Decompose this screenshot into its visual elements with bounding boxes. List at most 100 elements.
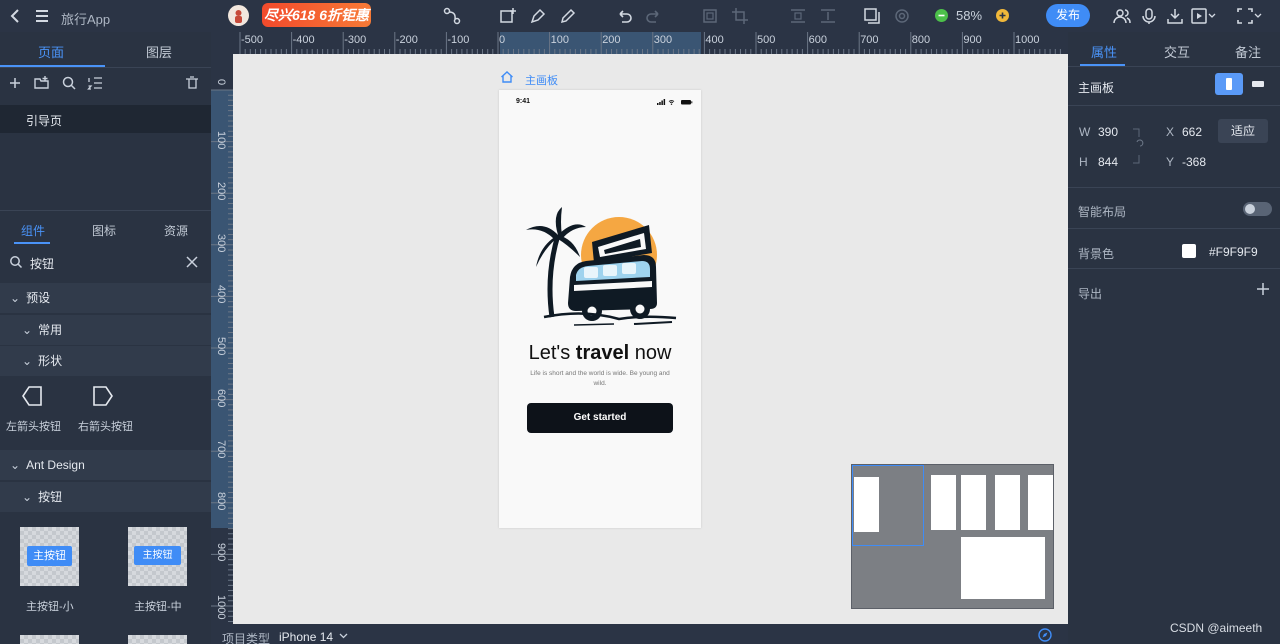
minimap[interactable] xyxy=(851,464,1054,609)
add-folder-icon[interactable] xyxy=(33,75,50,91)
vertical-ruler: 0 100 200 300 400 500 600 700 800 900 1000 xyxy=(211,54,233,624)
bg-color-swatch[interactable] xyxy=(1182,244,1196,258)
menu-icon[interactable] xyxy=(32,6,52,26)
tab-pages[interactable]: 页面 xyxy=(38,42,64,61)
avatar[interactable] xyxy=(228,5,249,26)
portrait-toggle[interactable] xyxy=(1215,73,1243,95)
tab-icons[interactable]: 图标 xyxy=(92,222,116,239)
align-top-icon[interactable] xyxy=(788,6,808,26)
section-shapes[interactable]: ⌄ 形状 xyxy=(0,346,211,376)
download-icon[interactable] xyxy=(1165,6,1185,26)
pen-icon[interactable] xyxy=(528,6,548,26)
settings-icon[interactable] xyxy=(892,6,912,26)
home-icon xyxy=(500,70,514,84)
undo-icon[interactable] xyxy=(614,6,634,26)
component-search[interactable]: 按钮 xyxy=(0,248,211,276)
component-thumb-primary-small[interactable]: 主按钮 xyxy=(20,527,79,586)
x-field[interactable]: 662 xyxy=(1182,125,1202,139)
tab-assets[interactable]: 资源 xyxy=(164,222,188,239)
section-buttons[interactable]: ⌄ 按钮 xyxy=(0,482,211,512)
tab-interaction[interactable]: 交互 xyxy=(1164,42,1190,61)
right-panel: 属性 交互 备注 主画板 W 390 H 844 X 662 Y -368 适应… xyxy=(1068,32,1280,644)
page-item-label: 引导页 xyxy=(26,114,63,128)
artboard-label[interactable]: 主画板 xyxy=(525,72,558,88)
smart-layout-toggle[interactable] xyxy=(1243,202,1272,216)
pencil-icon[interactable] xyxy=(558,6,578,26)
travel-illustration xyxy=(526,207,677,326)
divider xyxy=(1068,105,1280,106)
chevron-down-icon: ⌄ xyxy=(22,354,33,368)
add-frame-icon[interactable] xyxy=(498,6,518,26)
align-middle-icon[interactable] xyxy=(818,6,838,26)
frame-tool-icon[interactable] xyxy=(700,6,720,26)
watermark: CSDN @aimeeth xyxy=(1170,621,1263,635)
artboard-phone[interactable]: 9:41 Let's travel now Life is short and … xyxy=(499,90,701,528)
chevron-down-icon[interactable] xyxy=(339,633,348,639)
publish-button[interactable]: 发布 xyxy=(1046,4,1090,27)
section-preset[interactable]: ⌄ 预设 xyxy=(0,283,211,313)
preview-icon[interactable] xyxy=(1190,6,1216,26)
ruler-label: 100 xyxy=(550,34,569,46)
zoom-out-icon[interactable] xyxy=(935,9,948,22)
height-field[interactable]: 844 xyxy=(1098,155,1118,169)
landscape-toggle[interactable] xyxy=(1251,79,1265,89)
bg-color-value[interactable]: #F9F9F9 xyxy=(1209,245,1258,259)
tab-notes[interactable]: 备注 xyxy=(1235,42,1261,61)
left-arrow-button-shape-icon[interactable] xyxy=(21,385,43,407)
ruler-label: 500 xyxy=(757,34,776,46)
width-field[interactable]: 390 xyxy=(1098,125,1118,139)
search-input[interactable]: 按钮 xyxy=(30,255,54,272)
link-dimensions-icon[interactable] xyxy=(1131,128,1145,164)
tab-components[interactable]: 组件 xyxy=(21,222,45,239)
connector-icon[interactable] xyxy=(442,6,462,26)
add-page-icon[interactable] xyxy=(7,75,23,91)
y-field[interactable]: -368 xyxy=(1182,155,1206,169)
divider xyxy=(1068,268,1280,269)
back-icon[interactable] xyxy=(6,6,26,26)
section-common[interactable]: ⌄ 常用 xyxy=(0,315,211,345)
ruler-label: -300 xyxy=(344,34,367,46)
tab-properties[interactable]: 属性 xyxy=(1091,42,1117,61)
delete-page-icon[interactable] xyxy=(184,75,200,91)
component-thumb-primary-medium[interactable]: 主按钮 xyxy=(128,527,187,586)
toggle-knob xyxy=(1245,204,1255,214)
zoom-in-icon[interactable] xyxy=(996,9,1009,22)
ruler-label: -200 xyxy=(395,34,418,46)
ruler-label: 0 xyxy=(215,79,227,86)
crop-icon[interactable] xyxy=(730,6,750,26)
fullscreen-icon[interactable] xyxy=(1236,6,1262,26)
right-arrow-button-shape-icon[interactable] xyxy=(92,385,114,407)
section-label: 按钮 xyxy=(38,490,63,504)
device-select[interactable]: iPhone 14 xyxy=(279,630,333,644)
page-list-item[interactable]: 引导页 xyxy=(0,105,211,133)
headline-pre: Let's xyxy=(528,342,576,364)
component-thumb[interactable] xyxy=(128,635,187,644)
ruler-label: 300 xyxy=(653,34,673,46)
app-title: 旅行App xyxy=(61,12,111,27)
compass-icon[interactable] xyxy=(1038,628,1052,642)
add-export-icon[interactable] xyxy=(1256,282,1270,296)
layer-order-icon[interactable] xyxy=(862,6,882,26)
microphone-icon[interactable] xyxy=(1139,6,1159,26)
component-thumb[interactable] xyxy=(20,635,79,644)
chevron-down-icon: ⌄ xyxy=(22,323,33,337)
search-pages-icon[interactable] xyxy=(61,75,77,91)
collaborators-icon[interactable] xyxy=(1112,6,1132,26)
redo-icon[interactable] xyxy=(644,6,664,26)
ruler-label: 900 xyxy=(215,543,227,562)
artboard-name: 主画板 xyxy=(1078,81,1115,95)
promo-banner[interactable]: 尽兴618 6折钜惠 xyxy=(262,3,371,27)
chevron-down-icon: ⌄ xyxy=(22,490,33,504)
ruler-label: -100 xyxy=(447,34,470,46)
zoom-level: 58% xyxy=(956,8,983,23)
get-started-button[interactable]: Get started xyxy=(527,403,673,433)
fit-button[interactable]: 适应 xyxy=(1218,119,1268,143)
ruler-label: 700 xyxy=(215,440,227,459)
section-ant-design[interactable]: ⌄ Ant Design xyxy=(0,450,211,480)
ruler-corner xyxy=(211,32,233,54)
tab-layers[interactable]: 图层 xyxy=(146,42,172,61)
divider xyxy=(1068,66,1280,67)
status-icons xyxy=(657,99,693,105)
sort-icon[interactable] xyxy=(87,75,103,91)
clear-search-icon[interactable] xyxy=(186,256,198,268)
